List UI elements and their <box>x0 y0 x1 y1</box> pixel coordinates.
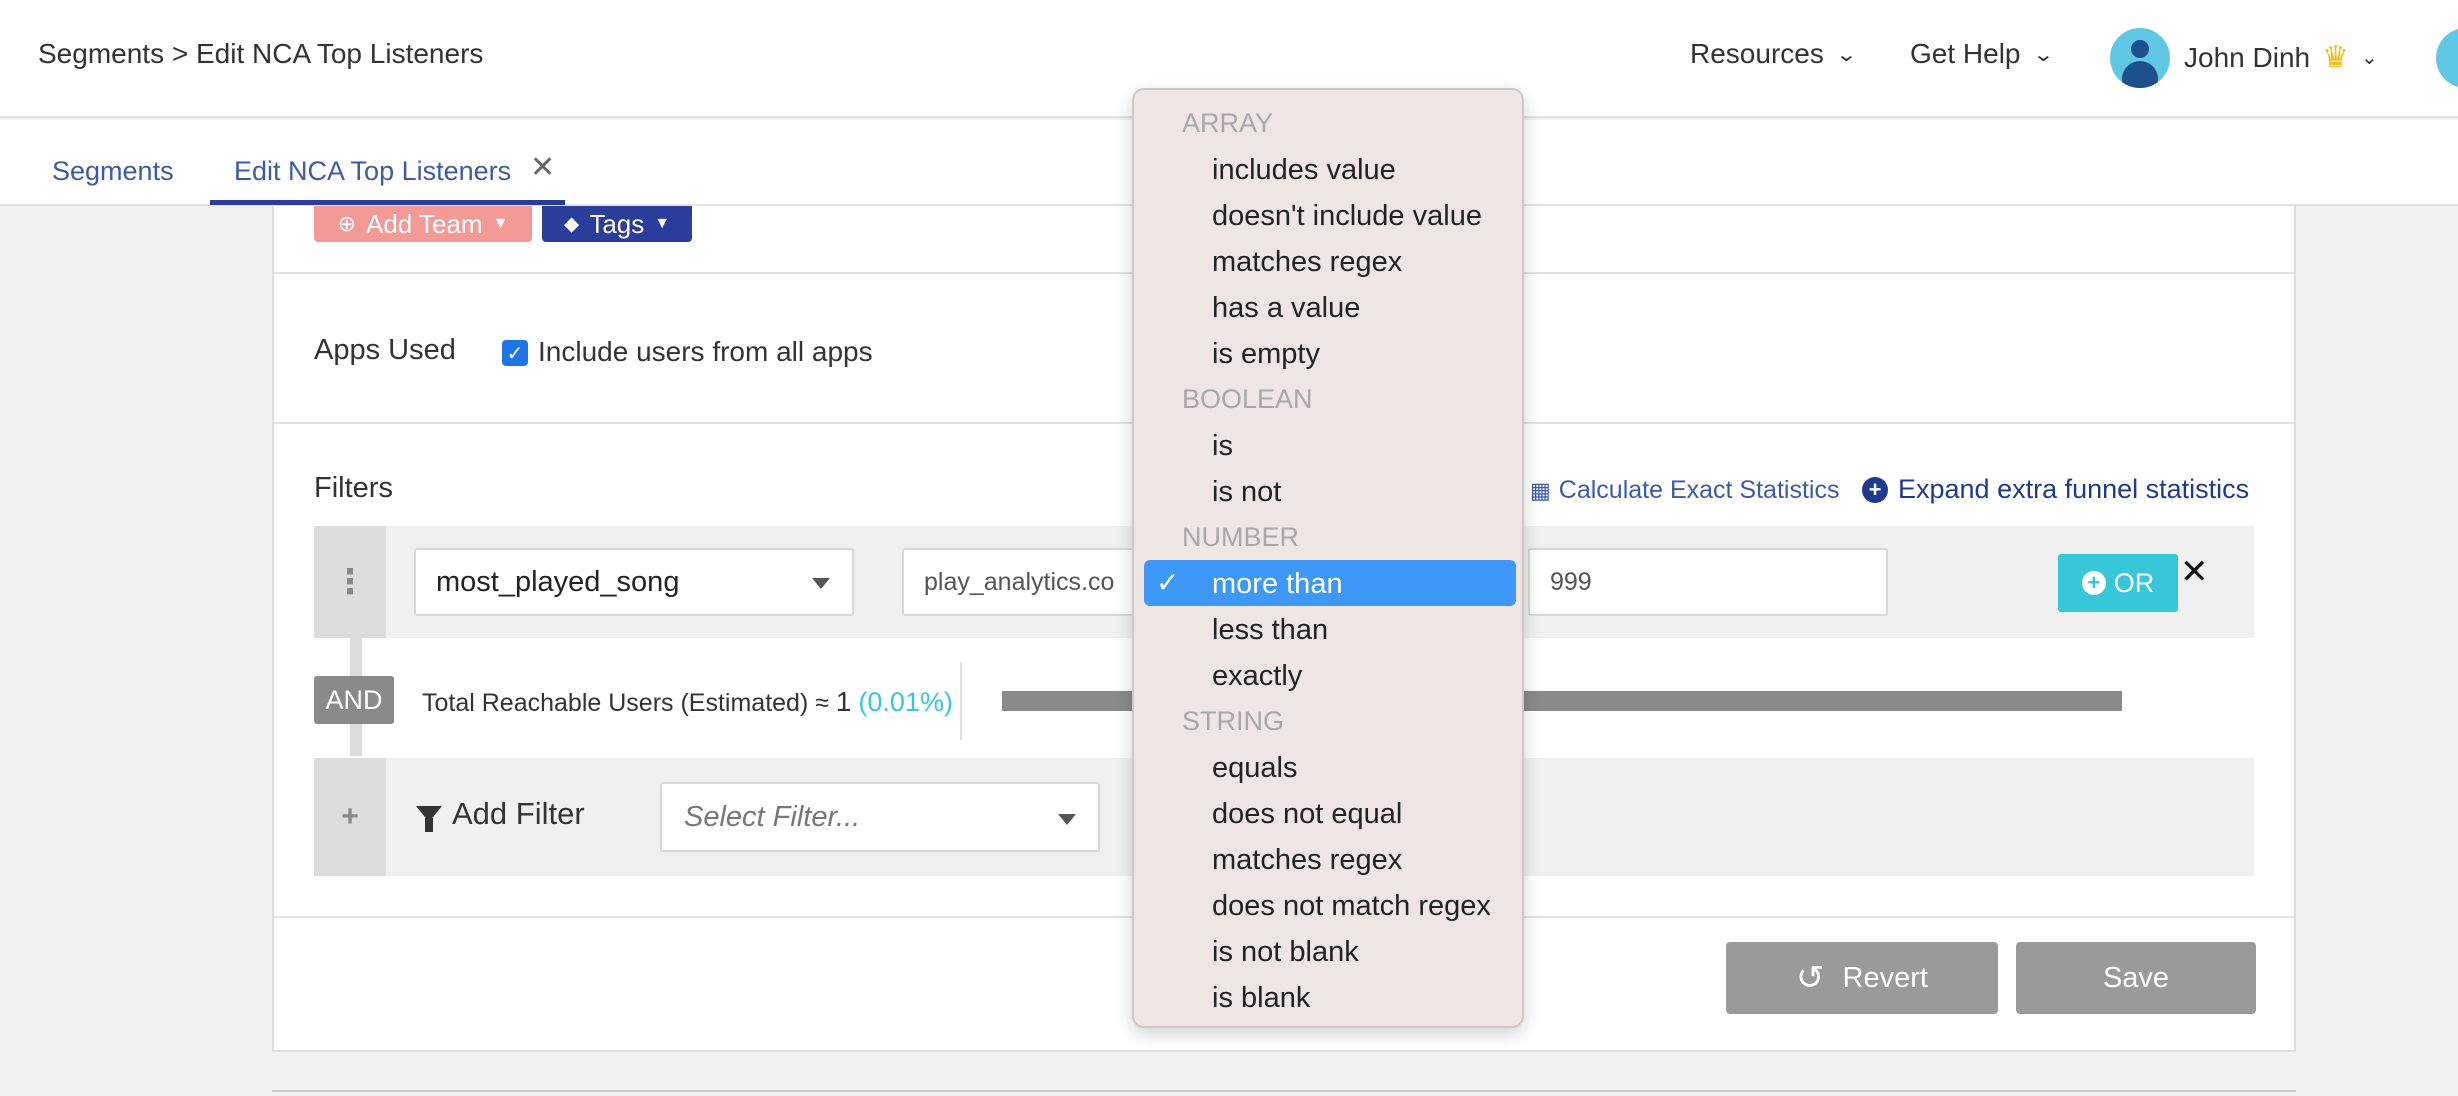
chevron-down-icon: ⌄ <box>2031 43 2054 66</box>
plus-circle-icon: + <box>1862 476 1888 503</box>
active-tab-indicator <box>210 200 565 205</box>
chevron-down-icon: ⌄ <box>2361 47 2378 69</box>
revert-label: Revert <box>1842 961 1928 994</box>
option-has-a-value[interactable]: has a value <box>1212 292 1360 325</box>
checkmark-icon: ✓ <box>1156 567 1180 598</box>
caret-down-icon <box>1058 814 1076 825</box>
add-team-label: Add Team <box>366 208 483 239</box>
include-all-apps-checkbox[interactable]: ✓ <box>502 340 528 366</box>
or-button[interactable]: + OR <box>2058 554 2178 612</box>
plus-circle-icon: + <box>2081 571 2106 595</box>
chevron-down-icon: ⌄ <box>1835 43 1858 66</box>
avatar[interactable] <box>2110 28 2170 88</box>
drag-handle-icon[interactable]: ⋮ <box>314 526 386 638</box>
help-menu[interactable]: Get Help ⌄ <box>1910 38 2054 70</box>
caret-down-icon <box>812 578 830 589</box>
group-string: STRING <box>1182 706 1285 736</box>
crown-icon: ♛ <box>2322 41 2349 74</box>
source-field[interactable]: play_analytics.co <box>902 548 1138 616</box>
group-number: NUMBER <box>1182 522 1300 552</box>
reach-prefix: Total Reachable Users (Estimated) ≈ <box>422 689 829 717</box>
remove-filter-icon[interactable]: ✕ <box>2180 552 2209 592</box>
revert-button[interactable]: ↺ Revert <box>1726 942 1998 1014</box>
and-badge[interactable]: AND <box>314 676 394 724</box>
calculate-stats-label: Calculate Exact Statistics <box>1558 476 1840 504</box>
calculate-stats-link[interactable]: ▦ Calculate Exact Statistics <box>1530 476 1839 505</box>
option-doesnt-include-value[interactable]: doesn't include value <box>1212 200 1482 233</box>
option-equals[interactable]: equals <box>1212 752 1297 785</box>
property-select[interactable]: most_played_song <box>414 548 854 616</box>
add-filter-label: Add Filter <box>416 796 585 832</box>
resources-menu[interactable]: Resources ⌄ <box>1690 38 1858 70</box>
plus-icon[interactable]: + <box>314 758 386 876</box>
undo-icon: ↺ <box>1796 959 1825 997</box>
group-array: ARRAY <box>1182 108 1274 138</box>
option-does-not-equal[interactable]: does not equal <box>1212 798 1402 831</box>
help-label: Get Help <box>1910 38 2021 69</box>
option-exactly[interactable]: exactly <box>1212 660 1302 693</box>
reachable-users: Total Reachable Users (Estimated) ≈ 1 (0… <box>422 686 953 718</box>
option-more-than[interactable]: more than <box>1212 568 1343 601</box>
option-is-not[interactable]: is not <box>1212 476 1281 509</box>
caret-down-icon: ▼ <box>492 215 509 232</box>
caret-down-icon: ▼ <box>654 215 671 232</box>
option-is-blank[interactable]: is blank <box>1212 982 1310 1015</box>
funnel-icon <box>416 806 442 832</box>
operator-dropdown: ARRAY includes value doesn't include val… <box>1132 88 1524 1028</box>
tags-label: Tags <box>589 208 645 239</box>
tab-edit-segment[interactable]: Edit NCA Top Listeners <box>234 156 511 187</box>
save-button[interactable]: Save <box>2016 942 2256 1014</box>
option-is-not-blank[interactable]: is not blank <box>1212 936 1359 969</box>
apps-used-label: Apps Used <box>314 334 456 366</box>
filter-select[interactable]: Select Filter... <box>660 782 1100 852</box>
secondary-avatar[interactable] <box>2436 28 2458 88</box>
user-name: John Dinh <box>2184 41 2311 73</box>
option-is-empty[interactable]: is empty <box>1212 338 1320 371</box>
or-label: OR <box>2113 567 2155 598</box>
group-boolean: BOOLEAN <box>1182 384 1313 414</box>
property-value: most_played_song <box>436 565 680 598</box>
add-team-button[interactable]: ⊕ Add Team ▼ <box>314 206 532 242</box>
calculator-icon: ▦ <box>1530 477 1551 503</box>
option-matches-regex-string[interactable]: matches regex <box>1212 844 1402 877</box>
option-is[interactable]: is <box>1212 430 1233 463</box>
value-field[interactable]: 999 <box>1528 548 1888 616</box>
resources-label: Resources <box>1690 38 1824 69</box>
breadcrumb: Segments > Edit NCA Top Listeners <box>38 38 484 69</box>
divider <box>272 1090 2296 1092</box>
tab-segments[interactable]: Segments <box>52 156 174 187</box>
filters-label: Filters <box>314 472 393 504</box>
reach-count: 1 <box>835 686 852 717</box>
option-less-than[interactable]: less than <box>1212 614 1328 647</box>
close-icon[interactable]: ✕ <box>530 150 555 185</box>
tags-button[interactable]: ⬥ Tags ▼ <box>542 206 692 242</box>
globe-icon: ⊕ <box>337 211 356 236</box>
filter-select-placeholder: Select Filter... <box>684 800 861 833</box>
option-does-not-match-regex[interactable]: does not match regex <box>1212 890 1491 923</box>
option-includes-value[interactable]: includes value <box>1212 154 1396 187</box>
expand-funnel-label: Expand extra funnel statistics <box>1898 474 2250 504</box>
user-menu[interactable]: John Dinh ♛ ⌄ <box>2184 40 2378 75</box>
expand-funnel-link[interactable]: + Expand extra funnel statistics <box>1862 474 2249 505</box>
divider <box>960 662 962 740</box>
add-filter-text: Add Filter <box>452 796 585 831</box>
option-matches-regex[interactable]: matches regex <box>1212 246 1402 279</box>
tag-icon: ⬥ <box>563 211 580 236</box>
include-all-apps-label[interactable]: Include users from all apps <box>538 336 873 368</box>
reach-percent: (0.01%) <box>858 687 953 717</box>
